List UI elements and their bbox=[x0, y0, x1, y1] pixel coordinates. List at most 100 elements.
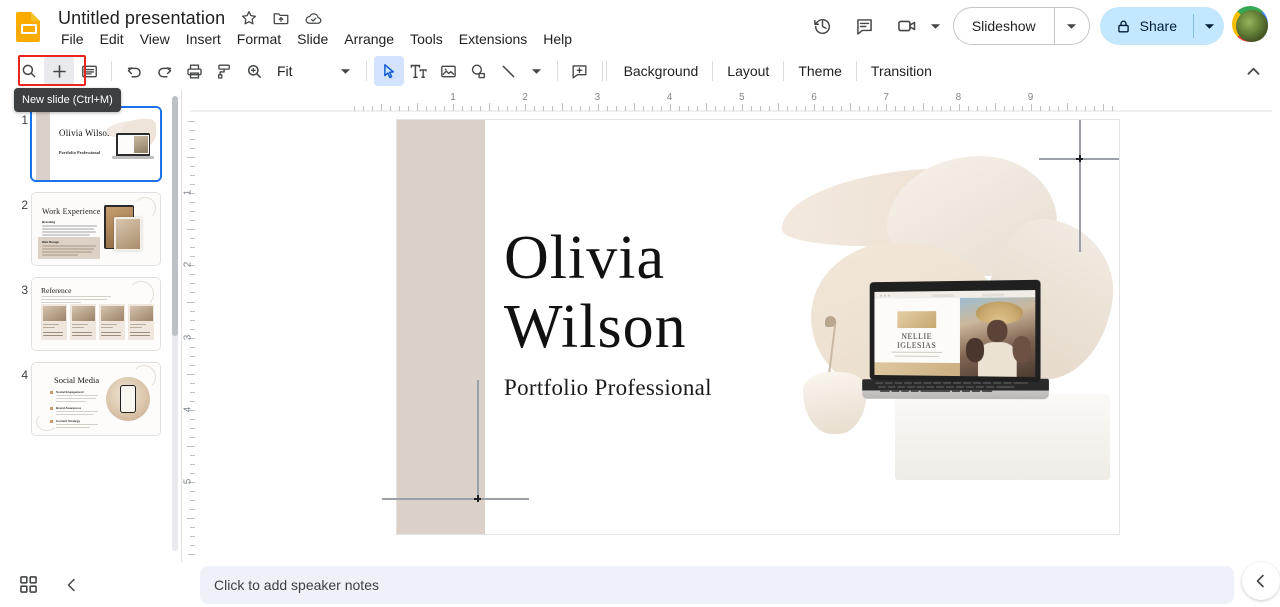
new-slide-button[interactable] bbox=[44, 56, 74, 86]
print-button[interactable] bbox=[179, 56, 209, 86]
ruler-tick bbox=[1012, 106, 1014, 111]
google-slides-window: Untitled presentation File Edit View Ins… bbox=[0, 0, 1280, 607]
speaker-notes-field[interactable]: Click to add speaker notes bbox=[200, 566, 1234, 604]
slide-stage[interactable]: Olivia Wilson Portfolio Professional NEL… bbox=[199, 112, 1280, 562]
version-history-icon[interactable] bbox=[803, 6, 843, 46]
chevron-up-icon[interactable] bbox=[1238, 56, 1268, 86]
thumbnail-canvas: Reference bbox=[32, 278, 160, 350]
ruler-tick bbox=[190, 319, 195, 321]
active-slide-canvas[interactable]: Olivia Wilson Portfolio Professional NEL… bbox=[397, 120, 1119, 534]
list-item[interactable]: 1 Olivia Wilson Portfolio Professional bbox=[8, 108, 160, 180]
menu-help[interactable]: Help bbox=[535, 27, 580, 51]
background-button[interactable]: Background bbox=[614, 56, 709, 86]
text-box-tool[interactable] bbox=[404, 56, 434, 86]
scrollbar-thumb[interactable] bbox=[172, 96, 178, 336]
ruler-tick bbox=[190, 436, 195, 438]
move-to-folder-icon[interactable] bbox=[270, 7, 292, 29]
list-item[interactable]: 4 Social Media Social Engagement Brand A… bbox=[8, 363, 160, 435]
share-dropdown-caret-icon[interactable] bbox=[1194, 7, 1224, 45]
slide-thumbnail-1[interactable]: Olivia Wilson Portfolio Professional bbox=[32, 108, 160, 180]
menu-view[interactable]: View bbox=[132, 27, 178, 51]
list-item[interactable]: 2 Work Experience Branding Web Design bbox=[8, 193, 160, 265]
vertical-ruler[interactable]: 1 2 3 4 5 bbox=[182, 112, 199, 562]
grid-view-icon[interactable] bbox=[12, 569, 44, 601]
line-dropdown-caret-icon[interactable] bbox=[524, 56, 550, 86]
top-bar: Untitled presentation File Edit View Ins… bbox=[0, 0, 1280, 52]
ruler-tick bbox=[742, 104, 743, 111]
slideshow-dropdown-caret-icon[interactable] bbox=[1055, 8, 1089, 44]
slide-thumbnail-3[interactable]: Reference bbox=[32, 278, 160, 350]
ruler-tick bbox=[190, 310, 195, 312]
slide-number: 2 bbox=[21, 198, 28, 212]
ruler-tick bbox=[190, 166, 195, 168]
menu-insert[interactable]: Insert bbox=[178, 27, 229, 51]
slide-thumbnail-4[interactable]: Social Media Social Engagement Brand Awa… bbox=[32, 363, 160, 435]
cloud-saved-icon[interactable] bbox=[302, 7, 324, 29]
ruler-tick bbox=[732, 106, 734, 111]
shape-tool[interactable] bbox=[464, 56, 494, 86]
select-tool[interactable] bbox=[373, 56, 404, 86]
ruler-tick bbox=[841, 106, 843, 111]
transition-button[interactable]: Transition bbox=[861, 56, 942, 86]
comment-icon[interactable] bbox=[845, 6, 885, 46]
menu-file[interactable]: File bbox=[53, 27, 92, 51]
star-icon[interactable] bbox=[238, 7, 260, 29]
slide-thumbnail-2[interactable]: Work Experience Branding Web Design bbox=[32, 193, 160, 265]
tooltip: New slide (Ctrl+M) bbox=[14, 88, 121, 112]
toolbar-items: Fit Background Layout Theme Transition bbox=[14, 52, 942, 90]
menu-extensions[interactable]: Extensions bbox=[451, 27, 535, 51]
menu-format[interactable]: Format bbox=[229, 27, 289, 51]
menu-arrange[interactable]: Arrange bbox=[336, 27, 402, 51]
ruler-tick bbox=[353, 106, 355, 111]
redo-button[interactable] bbox=[149, 56, 179, 86]
ruler-tick bbox=[188, 554, 195, 556]
line-tool[interactable] bbox=[494, 56, 524, 86]
menu-edit[interactable]: Edit bbox=[92, 27, 132, 51]
layout-button[interactable] bbox=[74, 56, 104, 86]
ruler-tick bbox=[642, 106, 644, 111]
slideshow-button-group: Slideshow bbox=[952, 7, 1090, 45]
ruler-tick bbox=[489, 103, 491, 111]
theme-button[interactable]: Theme bbox=[788, 56, 852, 86]
slide-subtitle[interactable]: Portfolio Professional bbox=[504, 374, 712, 402]
horizontal-ruler[interactable]: 1 2 3 4 5 6 7 8 9 bbox=[182, 90, 1280, 112]
menu-slide[interactable]: Slide bbox=[289, 27, 336, 51]
zoom-level-value[interactable]: Fit bbox=[269, 56, 297, 86]
avatar[interactable] bbox=[1232, 6, 1270, 44]
search-button[interactable] bbox=[14, 56, 44, 86]
undo-button[interactable] bbox=[119, 56, 149, 86]
slideshow-button[interactable]: Slideshow bbox=[954, 8, 1054, 44]
ruler-tick bbox=[1048, 106, 1050, 111]
ruler-label: 5 bbox=[739, 92, 745, 103]
layout-text-button[interactable]: Layout bbox=[717, 56, 779, 86]
ruler-label: 5 bbox=[182, 478, 194, 485]
zoom-dropdown-caret-icon[interactable] bbox=[333, 56, 359, 86]
menu-tools[interactable]: Tools bbox=[402, 27, 451, 51]
filmstrip-scrollbar[interactable] bbox=[172, 96, 178, 551]
collapse-filmstrip-chevron-left-icon[interactable] bbox=[56, 569, 88, 601]
meet-dropdown-caret-icon[interactable] bbox=[927, 6, 945, 46]
paint-format-button[interactable] bbox=[209, 56, 239, 86]
add-comment-icon[interactable] bbox=[565, 56, 595, 86]
ruler-tick bbox=[190, 382, 195, 384]
ruler-tick bbox=[922, 103, 924, 111]
ruler-tick bbox=[190, 346, 195, 348]
ruler-tick bbox=[453, 104, 455, 111]
ruler-label: 4 bbox=[666, 92, 673, 103]
zoom-button[interactable] bbox=[239, 56, 269, 86]
hero-artwork[interactable]: NELLIE IGLESIAS bbox=[777, 156, 1119, 486]
image-icon[interactable] bbox=[434, 56, 464, 86]
desk-surface bbox=[895, 394, 1110, 480]
meet-camera-icon[interactable] bbox=[887, 6, 927, 46]
expand-notes-chevron-left-icon[interactable] bbox=[1242, 562, 1280, 600]
ruler-tick bbox=[190, 463, 195, 465]
ruler-tick bbox=[868, 106, 870, 111]
share-button[interactable]: Share bbox=[1100, 7, 1193, 45]
ruler-tick bbox=[751, 106, 753, 111]
ruler-tick bbox=[1103, 104, 1104, 111]
thumb-band bbox=[36, 108, 50, 180]
slides-logo-icon bbox=[14, 10, 44, 42]
ruler-tick bbox=[561, 103, 563, 111]
ruler-tick bbox=[190, 509, 195, 511]
list-item[interactable]: 3 Reference bbox=[8, 278, 160, 350]
